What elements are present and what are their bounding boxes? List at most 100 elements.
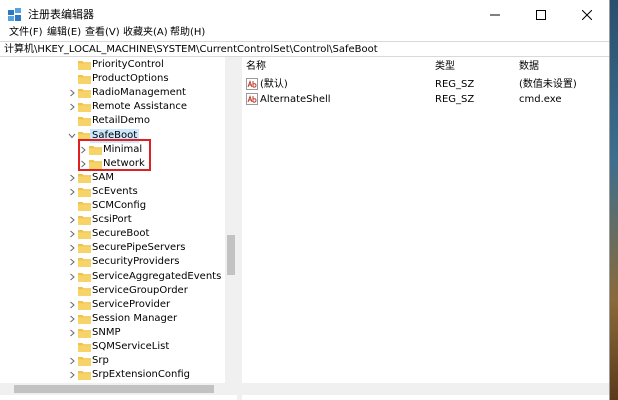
tree-item-label: RadioManagement xyxy=(92,87,186,99)
tree-item-label: PriorityControl xyxy=(92,59,164,70)
tree-item-prioritycontrol[interactable]: PriorityControl xyxy=(0,58,225,72)
tree-item-label: SAM xyxy=(92,171,115,183)
tree-item-secureboot[interactable]: SecureBoot xyxy=(0,227,225,241)
ab-string-icon xyxy=(246,93,258,105)
tree-item-srp[interactable]: Srp xyxy=(0,354,225,368)
tree-item-retaildemo[interactable]: RetailDemo xyxy=(0,114,225,128)
tree-item-session-manager[interactable]: Session Manager xyxy=(0,312,225,326)
tree-vertical-scroll-thumb[interactable] xyxy=(227,235,235,275)
tree-item-label: Srp xyxy=(92,355,109,367)
chevron-right-icon[interactable] xyxy=(68,173,76,183)
tree-item-label: SecurePipeServers xyxy=(92,242,186,254)
cell-name: AlternateShell xyxy=(260,94,331,105)
tree-item-serviceprovider[interactable]: ServiceProvider xyxy=(0,298,225,312)
tree-item-snmp[interactable]: SNMP xyxy=(0,326,225,340)
tree-item-radiomanagement[interactable]: RadioManagement xyxy=(0,86,225,100)
tree-item-srpextensionconfig[interactable]: SrpExtensionConfig xyxy=(0,368,225,382)
tree-item-productoptions[interactable]: ProductOptions xyxy=(0,72,225,86)
tree-horizontal-scroll-thumb[interactable] xyxy=(14,385,214,393)
chevron-right-icon[interactable] xyxy=(68,328,76,338)
folder-icon xyxy=(78,89,91,99)
cell-name: (默认) xyxy=(260,79,288,90)
minimize-icon xyxy=(490,14,500,16)
cell-data: cmd.exe xyxy=(519,94,562,105)
folder-icon xyxy=(78,75,91,85)
tree-item-sam[interactable]: SAM xyxy=(0,171,225,185)
chevron-right-icon[interactable] xyxy=(68,257,76,267)
folder-icon xyxy=(78,187,91,197)
tree-item-label: SrpExtensionConfig xyxy=(92,369,190,381)
menu-edit[interactable]: 编辑(E) xyxy=(47,26,81,39)
tree-item-label: ServiceAggregatedEvents xyxy=(92,270,222,282)
tree-item-label: ServiceProvider xyxy=(92,298,171,310)
tree-item-label: ProductOptions xyxy=(92,73,169,85)
menu-bar: 文件(F) 编辑(E) 查看(V) 收藏夹(A) 帮助(H) xyxy=(0,24,609,41)
folder-icon xyxy=(78,357,91,367)
tree-item-scsiport[interactable]: ScsiPort xyxy=(0,213,225,227)
tree-vertical-scrollbar[interactable] xyxy=(225,57,237,383)
value-list-pane[interactable]: 名称 类型 数据 (默认) REG_SZ (数值未设置) AlternateShell… xyxy=(242,57,609,400)
chevron-right-icon[interactable] xyxy=(68,243,76,253)
tree-item-servicegrouporder[interactable]: ServiceGroupOrder xyxy=(0,284,225,298)
folder-icon xyxy=(78,103,91,113)
tree-item-label: RetailDemo xyxy=(92,115,150,127)
tree-item-label: SNMP xyxy=(92,326,121,338)
folder-icon xyxy=(78,314,91,324)
chevron-right-icon[interactable] xyxy=(68,215,76,225)
folder-icon xyxy=(78,230,91,240)
folder-icon xyxy=(78,244,91,254)
address-path[interactable]: 计算机\HKEY_LOCAL_MACHINE\SYSTEM\CurrentCon… xyxy=(4,43,378,56)
chevron-right-icon[interactable] xyxy=(68,314,76,324)
chevron-right-icon[interactable] xyxy=(68,300,76,310)
folder-icon xyxy=(78,258,91,268)
value-row-alternateshell[interactable]: AlternateShell REG_SZ cmd.exe xyxy=(242,92,602,107)
folder-icon xyxy=(78,300,91,310)
menu-favorites[interactable]: 收藏夹(A) xyxy=(123,26,168,39)
menu-file[interactable]: 文件(F) xyxy=(9,26,43,39)
tree-item-scevents[interactable]: ScEvents xyxy=(0,185,225,199)
address-bar[interactable]: 计算机\HKEY_LOCAL_MACHINE\SYSTEM\CurrentCon… xyxy=(0,41,609,57)
column-header-data[interactable]: 数据 xyxy=(519,60,539,73)
folder-icon xyxy=(78,216,91,226)
list-horizontal-scrollbar[interactable] xyxy=(242,383,609,395)
value-row-[interactable]: (默认) REG_SZ (数值未设置) xyxy=(242,77,602,92)
folder-icon xyxy=(78,286,91,296)
tree-item-sqmservicelist[interactable]: SQMServiceList xyxy=(0,340,225,354)
tree-item-serviceaggregatedevents[interactable]: ServiceAggregatedEvents xyxy=(0,270,225,284)
ab-string-icon xyxy=(246,78,258,90)
tree-item-label: ServiceGroupOrder xyxy=(92,284,188,296)
tree-item-label: ScsiPort xyxy=(92,214,132,226)
chevron-right-icon[interactable] xyxy=(68,88,76,98)
folder-icon xyxy=(78,61,91,70)
tree-item-securityproviders[interactable]: SecurityProviders xyxy=(0,255,225,269)
chevron-right-icon[interactable] xyxy=(68,356,76,366)
chevron-right-icon[interactable] xyxy=(68,187,76,197)
chevron-right-icon[interactable] xyxy=(68,229,76,239)
folder-icon xyxy=(78,371,91,381)
folder-icon xyxy=(78,173,91,183)
chevron-down-icon[interactable] xyxy=(68,131,76,141)
column-header-name[interactable]: 名称 xyxy=(246,60,266,73)
chevron-right-icon[interactable] xyxy=(68,370,76,380)
tree-item-label: Session Manager xyxy=(92,312,178,324)
folder-icon xyxy=(78,117,91,127)
maximize-icon xyxy=(536,10,546,20)
tree-item-label: SQMServiceList xyxy=(92,341,170,352)
tree-item-label: Remote Assistance xyxy=(92,101,188,113)
tree-item-label: ScEvents xyxy=(92,185,138,197)
close-icon xyxy=(582,10,592,20)
folder-icon xyxy=(78,343,91,352)
tree-item-securepipeservers[interactable]: SecurePipeServers xyxy=(0,241,225,255)
folder-icon xyxy=(78,328,91,338)
key-tree-pane[interactable]: PriorityControl ProductOptions RadioManage… xyxy=(0,57,237,400)
column-header-type[interactable]: 类型 xyxy=(435,60,455,73)
chevron-right-icon[interactable] xyxy=(68,272,76,282)
menu-view[interactable]: 查看(V) xyxy=(85,26,120,39)
tree-item-scmconfig[interactable]: SCMConfig xyxy=(0,199,225,213)
tree-item-label: SecureBoot xyxy=(92,228,150,240)
chevron-right-icon[interactable] xyxy=(68,102,76,112)
menu-help[interactable]: 帮助(H) xyxy=(170,26,205,39)
regedit-app-icon xyxy=(8,8,21,21)
tree-item-remote-assistance[interactable]: Remote Assistance xyxy=(0,100,225,114)
registry-editor-window: 注册表编辑器 文件(F) 编辑(E) 查看(V) 收藏夹(A) 帮助(H) 计算… xyxy=(0,0,610,400)
